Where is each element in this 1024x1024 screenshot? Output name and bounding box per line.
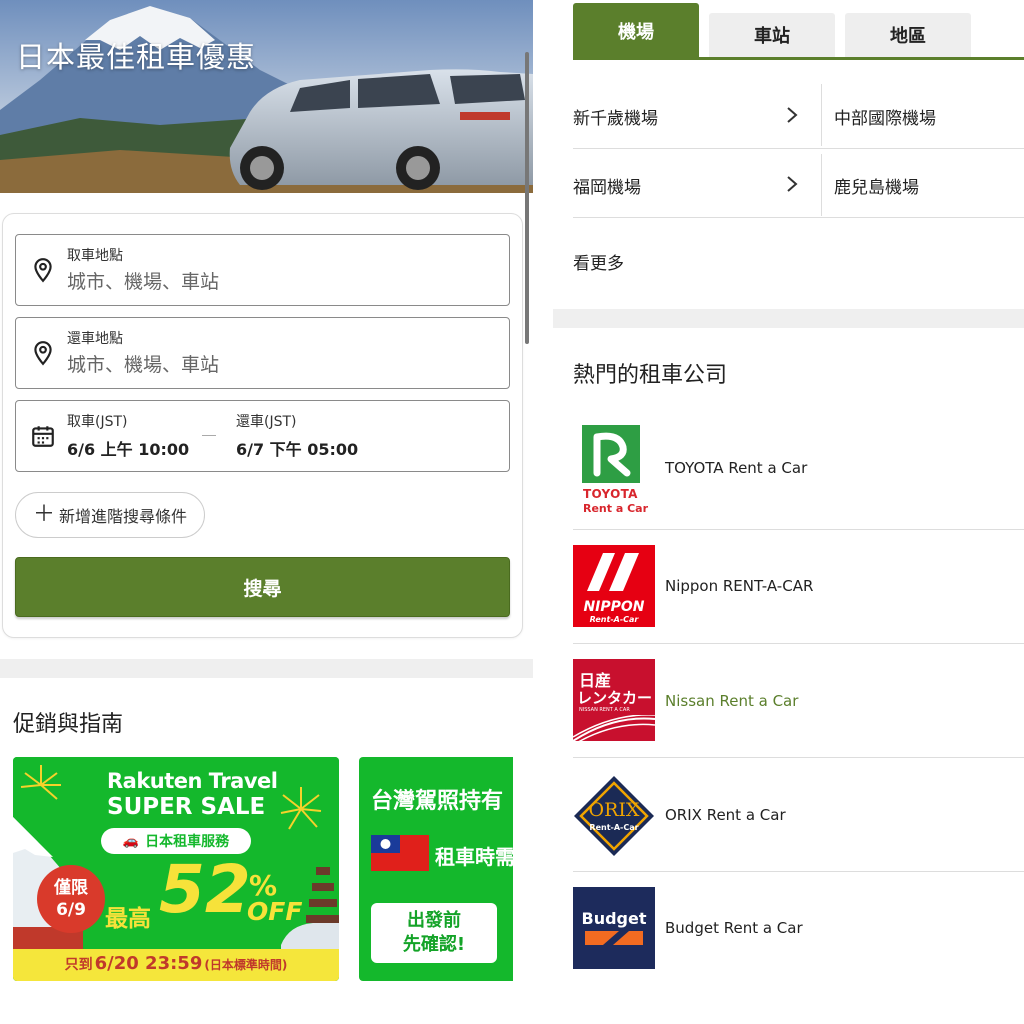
location-tabs: 機場 車站 地區: [573, 0, 1024, 60]
tab-airport[interactable]: 機場: [573, 3, 699, 58]
return-date-value[interactable]: 6/7 下午 05:00: [236, 436, 358, 460]
pickup-date-value[interactable]: 6/6 上午 10:00: [67, 436, 189, 460]
tab-region[interactable]: 地區: [845, 13, 971, 57]
advanced-search-label: 新增進階搜尋條件: [59, 507, 188, 526]
toyota-logo-text1: TOYOTA: [583, 487, 638, 501]
promo-card-taiwan-license[interactable]: 台灣駕照持有 租車時需 出發前 先確認!: [359, 757, 513, 981]
nippon-logo: NIPPON Rent-A-Car: [573, 545, 655, 627]
promo2-cta-line2: 先確認!: [402, 934, 466, 955]
company-name: Budget Rent a Car: [665, 919, 803, 937]
promo-limit-line2: 6/9: [56, 900, 86, 920]
promo-card-super-sale[interactable]: Rakuten Travel SUPER SALE 🚗 日本租車服務 僅限 6/…: [13, 757, 339, 981]
toyota-logo-mark: [582, 425, 640, 483]
hero-title: 日本最佳租車優惠: [16, 40, 257, 74]
company-item-orix[interactable]: ORIX Rent-A-Car ORIX Rent a Car: [573, 771, 1024, 885]
promo2-subtitle: 租車時需: [435, 845, 513, 869]
promo-off-label: OFF: [247, 897, 303, 926]
location-pin-icon: [34, 258, 52, 283]
nissan-logo: 日産 レンタカー NISSAN RENT A CAR: [573, 659, 655, 741]
budget-logo-stripe: [585, 931, 643, 945]
return-date-label: 還車(JST): [236, 414, 297, 430]
nissan-logo-stripes: [573, 715, 655, 741]
toyota-logo-text2: Rent a Car: [583, 502, 649, 515]
pickup-date-label: 取車(JST): [67, 414, 128, 430]
row-divider: [573, 529, 1024, 530]
promotions-title: 促銷與指南: [13, 712, 124, 737]
company-name: Nippon RENT-A-CAR: [665, 577, 814, 595]
promo-brand-line1: Rakuten Travel: [107, 769, 278, 793]
hero-image: [0, 0, 533, 193]
pickup-location-label: 取車地點: [67, 248, 123, 264]
plus-icon: ＋: [32, 502, 55, 527]
budget-logo-text: Budget: [581, 909, 647, 928]
promo2-cta-line1: 出發前: [407, 910, 461, 931]
budget-logo: Budget: [573, 887, 655, 969]
chevron-right-icon: [787, 176, 798, 192]
promo-limit-line1: 僅限: [54, 878, 88, 898]
toyota-logo: TOYOTA Rent a Car: [579, 423, 649, 515]
orix-logo-text2: Rent-A-Car: [589, 823, 639, 832]
tab-station[interactable]: 車站: [709, 13, 835, 57]
row-divider: [573, 757, 1024, 758]
section-divider: [0, 659, 533, 678]
date-range-field[interactable]: 取車(JST) 6/6 上午 10:00 還車(JST) 6/7 下午 05:0…: [15, 400, 510, 472]
column-divider: [821, 154, 822, 216]
tab-underline: [573, 57, 1024, 60]
promo-max-label: 最高: [105, 906, 151, 932]
promo2-cta[interactable]: 出發前 先確認!: [371, 903, 497, 963]
scrollbar[interactable]: [525, 52, 529, 344]
orix-logo: ORIX Rent-A-Car: [573, 775, 655, 857]
date-separator: [202, 435, 216, 436]
promo-deadline-prefix: 只到: [64, 957, 93, 973]
promo2-title: 台灣駕照持有: [371, 789, 504, 814]
section-divider: [553, 309, 1024, 328]
company-name: Nissan Rent a Car: [665, 692, 799, 710]
nissan-logo-text3: NISSAN RENT A CAR: [579, 707, 630, 713]
calendar-icon: [32, 426, 54, 447]
chevron-right-icon: [787, 107, 798, 123]
location-pin-icon: [34, 341, 52, 366]
airport-link-new-chitose[interactable]: 新千歲機場: [573, 104, 658, 129]
popular-companies-title: 熱門的租車公司: [573, 363, 728, 388]
promo-limit-badge: 僅限 6/9: [37, 865, 105, 933]
hero-banner: 日本最佳租車優惠: [0, 0, 533, 193]
taiwan-flag-icon: [371, 835, 429, 871]
company-name: TOYOTA Rent a Car: [665, 459, 808, 477]
dropoff-location-placeholder[interactable]: 城市、機場、車站: [67, 350, 219, 377]
row-divider: [573, 643, 1024, 644]
promo-deadline: 只到 6/20 23:59 (日本標準時間): [13, 953, 339, 974]
promo-deadline-suffix: (日本標準時間): [204, 958, 288, 972]
nippon-logo-text2: Rent-A-Car: [589, 615, 639, 624]
company-item-nissan[interactable]: 日産 レンタカー NISSAN RENT A CAR Nissan Rent a…: [573, 657, 1024, 771]
column-divider: [821, 84, 822, 146]
pickup-location-field[interactable]: 取車地點 城市、機場、車站: [15, 234, 510, 306]
promo-percent: 52: [159, 851, 251, 928]
airport-link-kagoshima[interactable]: 鹿兒島機場: [834, 173, 919, 198]
orix-logo-text1: ORIX: [588, 799, 640, 821]
advanced-search-button[interactable]: ＋ 新增進階搜尋條件: [15, 492, 205, 538]
see-more-link[interactable]: 看更多: [573, 249, 624, 274]
company-item-toyota[interactable]: TOYOTA Rent a Car TOYOTA Rent a Car: [573, 415, 1024, 529]
pickup-location-placeholder[interactable]: 城市、機場、車站: [67, 267, 219, 294]
company-item-nippon[interactable]: NIPPON Rent-A-Car Nippon RENT-A-CAR: [573, 543, 1024, 657]
car-icon: 🚗: [122, 833, 140, 849]
dropoff-location-field[interactable]: 還車地點 城市、機場、車站: [15, 317, 510, 389]
promo-service-label: 日本租車服務: [145, 834, 230, 850]
row-divider: [573, 148, 1024, 149]
search-button[interactable]: 搜尋: [15, 557, 510, 617]
promo-deadline-date: 6/20 23:59: [94, 953, 203, 974]
company-item-budget[interactable]: Budget Budget Rent a Car: [573, 885, 1024, 999]
dropoff-location-label: 還車地點: [67, 331, 123, 347]
row-divider: [573, 871, 1024, 872]
airport-link-fukuoka[interactable]: 福岡機場: [573, 173, 641, 198]
promo-brand-line2: SUPER SALE: [107, 794, 266, 820]
row-divider: [573, 217, 1024, 218]
nissan-logo-text2: レンタカー: [577, 689, 653, 707]
locations-panel: 機場 車站 地區 新千歲機場 中部國際機場 福岡機場 鹿兒島機場 看更多 熱門的…: [553, 0, 1024, 1024]
search-panel: 日本最佳租車優惠 取車地點 城市、機場、車站 還車地點 城市、機場、車站 取車(…: [0, 0, 533, 1024]
airport-link-chubu[interactable]: 中部國際機場: [834, 104, 936, 129]
company-name: ORIX Rent a Car: [665, 806, 786, 824]
nippon-logo-text1: NIPPON: [583, 599, 645, 615]
